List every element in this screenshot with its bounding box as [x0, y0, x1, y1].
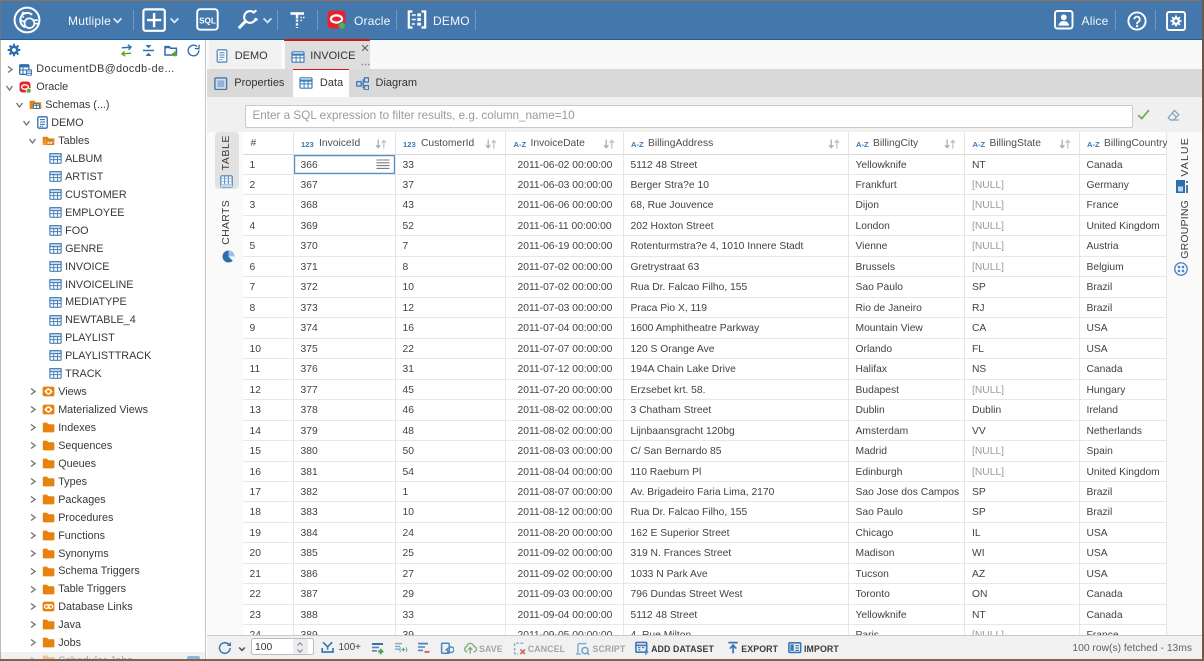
svg-text:SQL: SQL — [199, 17, 216, 26]
